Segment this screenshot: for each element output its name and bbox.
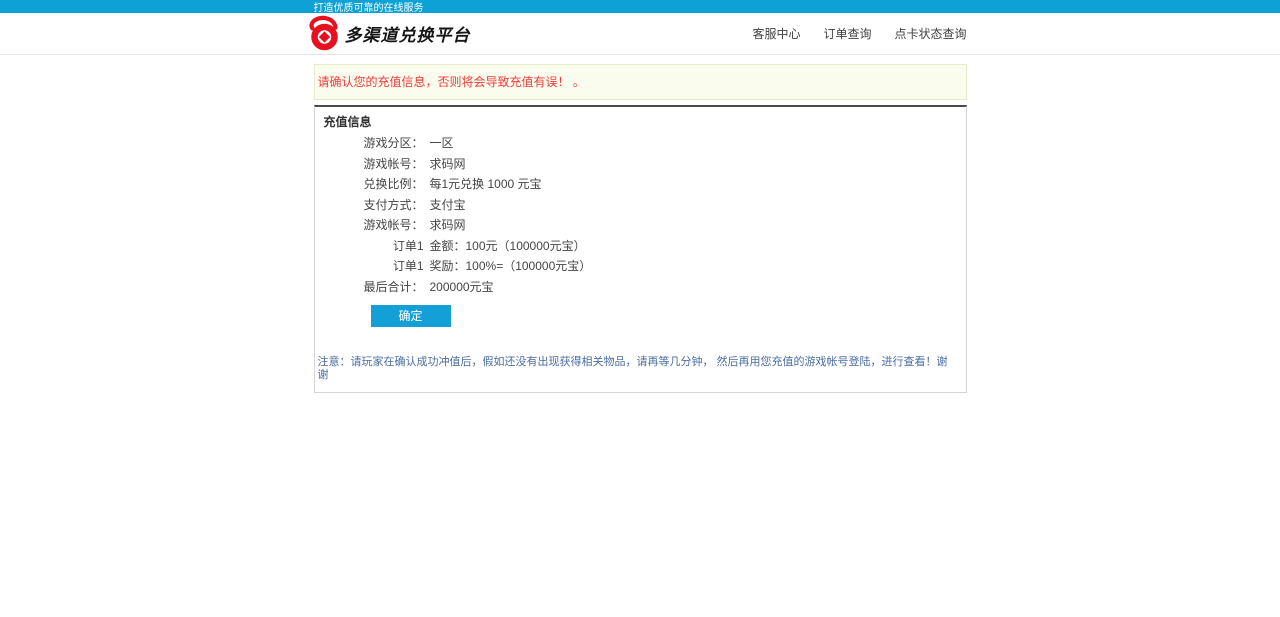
nav-order-query[interactable]: 订单查询: [823, 25, 871, 42]
info-row-value: 奖励：100%=（100000元宝）: [430, 260, 592, 273]
info-row-value: 一区: [430, 137, 454, 150]
info-row-value: 每1元兑换 1000 元宝: [430, 178, 542, 191]
info-row: 订单1 金额：100元（100000元宝）: [324, 240, 957, 261]
info-row-label: 支付方式：: [324, 199, 424, 212]
logo-ring-diamond-icon: [306, 15, 343, 52]
info-row-label: 兑换比例：: [324, 178, 424, 191]
top-slogan-bar: 打造优质可靠的在线服务: [0, 0, 1280, 13]
info-row: 游戏帐号： 求码网: [324, 219, 957, 240]
slogan-text: 打造优质可靠的在线服务: [314, 2, 424, 15]
nav-customer-service[interactable]: 客服中心: [752, 25, 800, 42]
info-row-value: 求码网: [430, 219, 466, 232]
info-row-value: 支付宝: [430, 199, 466, 212]
info-row-value: 求码网: [430, 158, 466, 171]
nav-card-status-query[interactable]: 点卡状态查询: [894, 25, 966, 42]
info-row-label: 游戏分区：: [324, 137, 424, 150]
info-row-label: 最后合计：: [324, 281, 424, 294]
info-row: 游戏分区： 一区: [324, 137, 957, 158]
panel-title: 充值信息: [324, 116, 957, 128]
info-row-label: 订单1: [324, 260, 424, 273]
info-row: 支付方式： 支付宝: [324, 199, 957, 220]
info-row-label: 订单1: [324, 240, 424, 253]
info-row-label: 游戏帐号：: [324, 158, 424, 171]
warning-banner: 请确认您的充值信息，否则将会导致充值有误！ 。: [314, 64, 967, 100]
info-row-value: 金额：100元（100000元宝）: [430, 240, 586, 253]
player-note: 注意：请玩家在确认成功冲值后，假如还没有出现获得相关物品，请再等几分钟， 然后再…: [318, 356, 957, 382]
info-row: 兑换比例： 每1元兑换 1000 元宝: [324, 178, 957, 199]
main-content: 请确认您的充值信息，否则将会导致充值有误！ 。 充值信息 游戏分区： 一区 游戏…: [314, 64, 967, 393]
warning-text: 请确认您的充值信息，否则将会导致充值有误！ 。: [318, 75, 585, 89]
recharge-info-rows: 游戏分区： 一区 游戏帐号： 求码网 兑换比例： 每1元兑换 1000 元宝 支…: [324, 137, 957, 301]
info-row: 最后合计： 200000元宝: [324, 281, 957, 302]
site-header: 多渠道兑换平台 客服中心 订单查询 点卡状态查询: [0, 13, 1280, 55]
recharge-info-panel: 充值信息 游戏分区： 一区 游戏帐号： 求码网 兑换比例： 每1元兑换 1000…: [314, 105, 967, 393]
confirm-button[interactable]: 确定: [371, 305, 451, 327]
info-row: 游戏帐号： 求码网: [324, 158, 957, 179]
info-row-label: 游戏帐号：: [324, 219, 424, 232]
info-row-value: 200000元宝: [430, 281, 494, 294]
logo-text: 多渠道兑换平台: [345, 21, 471, 46]
main-nav: 客服中心 订单查询 点卡状态查询: [729, 25, 966, 42]
site-logo[interactable]: 多渠道兑换平台: [306, 15, 471, 52]
info-row: 订单1 奖励：100%=（100000元宝）: [324, 260, 957, 281]
